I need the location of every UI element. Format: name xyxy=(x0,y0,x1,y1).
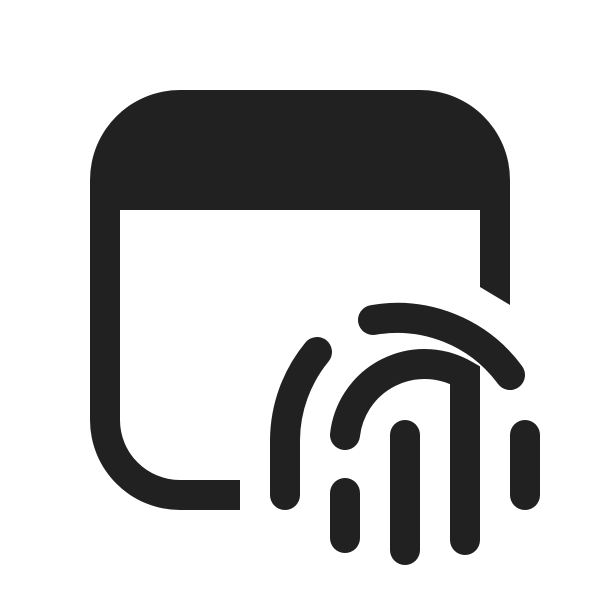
icon-canvas xyxy=(0,0,600,600)
window-fingerprint-icon xyxy=(0,0,600,600)
